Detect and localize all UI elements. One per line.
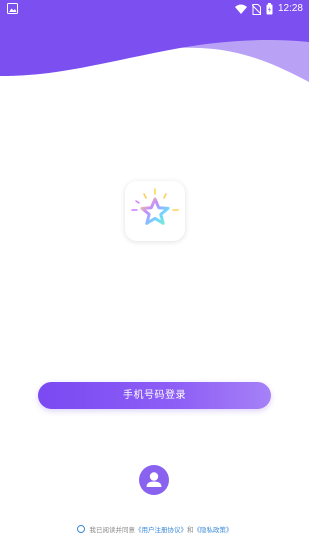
user-icon <box>146 472 162 487</box>
image-icon <box>7 3 18 14</box>
agreement-row: 我已阅读并同意 《用户注册协议》 和 《隐私政策》 <box>0 522 309 536</box>
privacy-policy-link[interactable]: 《隐私政策》 <box>194 524 233 534</box>
app-logo <box>125 181 185 241</box>
account-login-button[interactable] <box>139 465 169 495</box>
star-logo-icon <box>131 188 179 225</box>
agreement-checkbox[interactable] <box>76 525 85 533</box>
no-sim-icon <box>251 3 261 15</box>
agreement-prefix: 我已阅读并同意 <box>89 526 136 534</box>
user-agreement-link[interactable]: 《用户注册协议》 <box>135 524 187 534</box>
battery-icon <box>266 3 273 15</box>
phone-login-button[interactable]: 手机号码登录 <box>38 382 271 409</box>
clock: 12:28 <box>277 3 303 14</box>
status-bar: 12:28 <box>0 0 309 18</box>
wifi-icon <box>234 4 247 14</box>
